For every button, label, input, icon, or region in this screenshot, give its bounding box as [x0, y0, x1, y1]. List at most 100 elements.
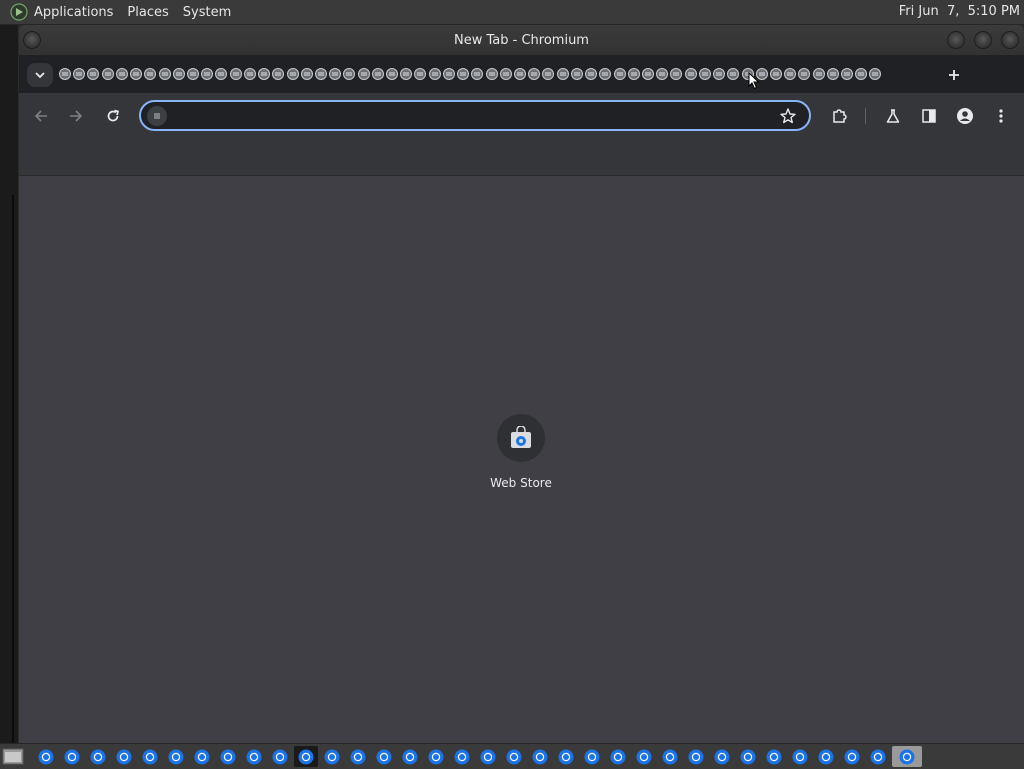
tab[interactable] [655, 67, 669, 81]
window-menu-button[interactable] [23, 31, 41, 49]
show-desktop-icon[interactable] [2, 747, 24, 766]
menu-system[interactable]: System [183, 5, 231, 20]
minimize-button[interactable] [947, 31, 965, 49]
tab[interactable] [527, 67, 541, 81]
tab[interactable] [669, 67, 683, 81]
tab[interactable] [797, 67, 811, 81]
taskbar-chromium-window[interactable] [398, 746, 422, 767]
menu-button[interactable] [990, 105, 1012, 127]
back-button[interactable] [30, 105, 52, 127]
tab[interactable] [570, 67, 584, 81]
profile-button[interactable] [954, 105, 976, 127]
tab[interactable] [641, 67, 655, 81]
tab[interactable] [726, 67, 740, 81]
tab[interactable] [613, 67, 627, 81]
bookmark-star-icon[interactable] [779, 107, 797, 125]
tab[interactable] [840, 67, 854, 81]
taskbar-chromium-window[interactable] [424, 746, 448, 767]
taskbar-chromium-window[interactable] [684, 746, 708, 767]
taskbar-chromium-window[interactable] [60, 746, 84, 767]
applications-menu-icon[interactable] [10, 3, 28, 21]
tab[interactable] [584, 67, 598, 81]
forward-button[interactable] [65, 105, 87, 127]
tab[interactable] [684, 67, 698, 81]
tab[interactable] [385, 67, 399, 81]
tab[interactable] [214, 67, 228, 81]
taskbar-chromium-window[interactable] [242, 746, 266, 767]
tab[interactable] [627, 67, 641, 81]
menu-places[interactable]: Places [127, 5, 168, 20]
menu-applications[interactable]: Applications [34, 5, 113, 20]
tab[interactable] [229, 67, 243, 81]
tab[interactable] [598, 67, 612, 81]
taskbar-chromium-window[interactable] [632, 746, 656, 767]
tab[interactable] [556, 67, 570, 81]
tab[interactable] [868, 67, 882, 81]
taskbar-chromium-window[interactable] [268, 746, 292, 767]
shortcut-tile[interactable] [497, 414, 545, 462]
maximize-button[interactable] [974, 31, 992, 49]
taskbar-chromium-window[interactable] [814, 746, 838, 767]
labs-button[interactable] [882, 105, 904, 127]
tab[interactable] [271, 67, 285, 81]
taskbar-chromium-window[interactable] [476, 746, 500, 767]
clock[interactable]: Fri Jun 7, 5:10 PM [899, 4, 1020, 19]
tab[interactable] [854, 67, 868, 81]
new-tab-button[interactable] [939, 63, 969, 87]
taskbar-chromium-window[interactable] [320, 746, 344, 767]
omnibox-input[interactable] [175, 106, 769, 128]
reload-button[interactable] [102, 105, 124, 127]
tab[interactable] [456, 67, 470, 81]
taskbar-chromium-window[interactable] [658, 746, 682, 767]
tab[interactable] [499, 67, 513, 81]
tab[interactable] [513, 67, 527, 81]
site-info-icon[interactable] [147, 106, 167, 126]
taskbar-chromium-window[interactable] [528, 746, 552, 767]
taskbar-chromium-window[interactable] [372, 746, 396, 767]
tab-search-button[interactable] [27, 63, 53, 87]
tab[interactable] [86, 67, 100, 81]
taskbar-chromium-window[interactable] [736, 746, 760, 767]
tab[interactable] [257, 67, 271, 81]
tab[interactable] [541, 67, 555, 81]
taskbar-chromium-window[interactable] [294, 746, 318, 767]
tab[interactable] [357, 67, 371, 81]
close-button[interactable] [1001, 31, 1019, 49]
taskbar-chromium-window[interactable] [554, 746, 578, 767]
taskbar-chromium-window[interactable] [606, 746, 630, 767]
tab[interactable] [399, 67, 413, 81]
shortcut-web-store[interactable]: Web Store [481, 414, 561, 504]
tab[interactable] [158, 67, 172, 81]
tab[interactable] [342, 67, 356, 81]
taskbar-chromium-window[interactable] [112, 746, 136, 767]
tab[interactable] [200, 67, 214, 81]
tab[interactable] [143, 67, 157, 81]
window-titlebar[interactable]: New Tab - Chromium [19, 25, 1024, 55]
address-bar[interactable] [139, 100, 811, 131]
tab[interactable] [243, 67, 257, 81]
tab[interactable] [172, 67, 186, 81]
tab[interactable] [115, 67, 129, 81]
tab[interactable] [72, 67, 86, 81]
tab[interactable] [286, 67, 300, 81]
tab[interactable] [129, 67, 143, 81]
taskbar-chromium-window[interactable] [86, 746, 110, 767]
taskbar-chromium-window[interactable] [216, 746, 240, 767]
taskbar-chromium-window[interactable] [710, 746, 734, 767]
tab[interactable] [812, 67, 826, 81]
tab[interactable] [371, 67, 385, 81]
tab[interactable] [698, 67, 712, 81]
taskbar-chromium-window[interactable] [762, 746, 786, 767]
taskbar-chromium-window[interactable] [34, 746, 58, 767]
taskbar-chromium-window[interactable] [346, 746, 370, 767]
tab[interactable] [442, 67, 456, 81]
taskbar-chromium-window[interactable] [840, 746, 864, 767]
tab[interactable] [300, 67, 314, 81]
taskbar-chromium-window[interactable] [892, 746, 922, 767]
taskbar-chromium-window[interactable] [138, 746, 162, 767]
tab[interactable] [314, 67, 328, 81]
taskbar-chromium-window[interactable] [190, 746, 214, 767]
taskbar-chromium-window[interactable] [788, 746, 812, 767]
taskbar-chromium-window[interactable] [164, 746, 188, 767]
tab[interactable] [826, 67, 840, 81]
